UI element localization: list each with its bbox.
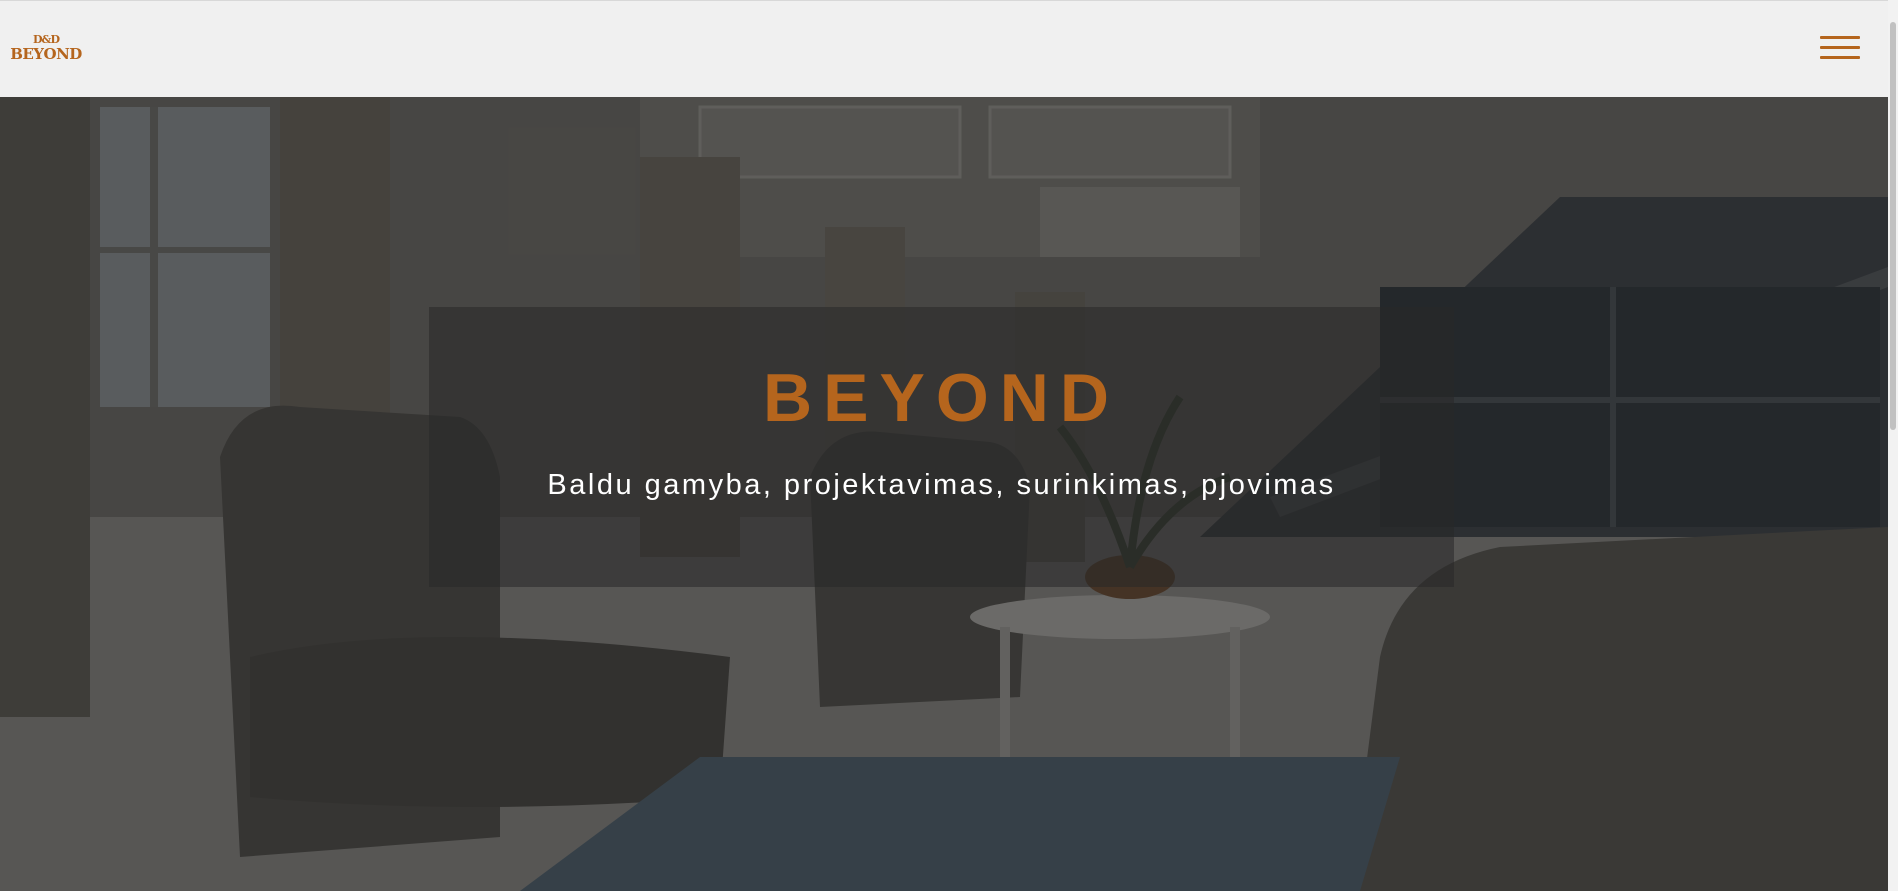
page-scrollbar[interactable] <box>1888 0 1898 891</box>
top-navbar: D&D BEYOND <box>0 0 1888 97</box>
hamburger-menu-icon[interactable] <box>1820 36 1862 62</box>
scrollbar-thumb[interactable] <box>1890 22 1896 430</box>
menu-bar-top <box>1820 36 1860 39</box>
hero-section: BEYOND Baldu gamyba, projektavimas, suri… <box>0 97 1888 891</box>
hero-caption-box: BEYOND Baldu gamyba, projektavimas, suri… <box>429 307 1454 587</box>
hero-title: BEYOND <box>763 360 1120 436</box>
logo-text: BEYOND <box>10 45 82 63</box>
hero-subtitle: Baldu gamyba, projektavimas, surinkimas,… <box>547 469 1336 501</box>
menu-bar-middle <box>1820 46 1860 49</box>
site-logo[interactable]: D&D BEYOND <box>7 34 85 64</box>
menu-bar-bottom <box>1820 56 1860 59</box>
